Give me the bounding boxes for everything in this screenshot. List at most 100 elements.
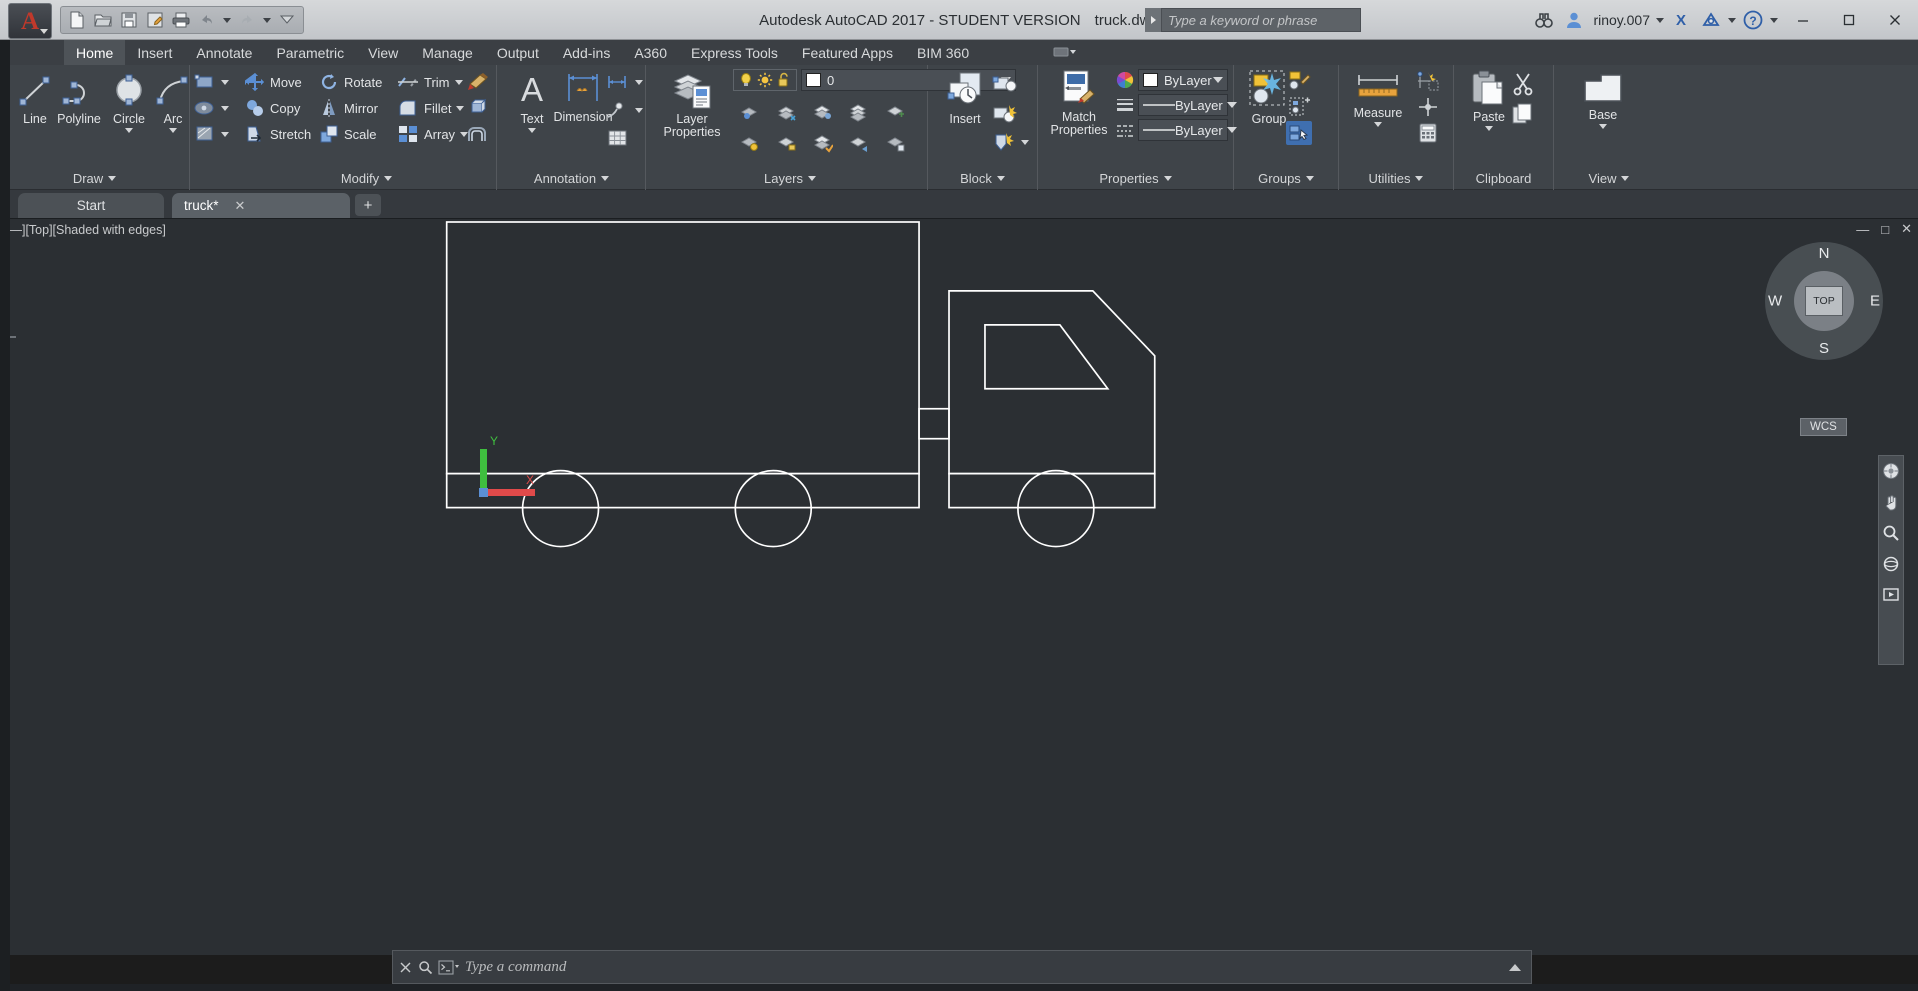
offset-icon[interactable]: [465, 123, 491, 145]
pan-icon[interactable]: [1881, 492, 1901, 512]
erase-icon[interactable]: [465, 71, 491, 93]
ribbon-display-options-icon[interactable]: [1050, 43, 1080, 62]
chevron-down-icon[interactable]: [169, 128, 177, 133]
tab-bim360[interactable]: BIM 360: [905, 40, 981, 65]
a360-dropdown-icon[interactable]: [1728, 17, 1736, 23]
panel-title-block[interactable]: Block: [928, 167, 1037, 190]
group-edit-icon[interactable]: [1286, 95, 1312, 119]
array-button[interactable]: Array: [395, 123, 470, 145]
mirror-button[interactable]: Mirror: [317, 97, 380, 119]
autodesk-a360-icon[interactable]: [1696, 3, 1726, 37]
leader-flyout[interactable]: [604, 99, 645, 121]
tab-insert[interactable]: Insert: [125, 40, 184, 65]
color-wheel-icon[interactable]: [1114, 69, 1136, 91]
view-cube-top-face[interactable]: TOP: [1805, 286, 1843, 316]
zoom-icon[interactable]: [1881, 523, 1901, 543]
command-history-icon[interactable]: [1509, 963, 1521, 971]
object-color-dropdown[interactable]: ByLayer: [1138, 69, 1228, 91]
linetype-dropdown[interactable]: ByLayer: [1138, 94, 1237, 116]
group-selection-on-icon[interactable]: [1286, 121, 1312, 145]
ungroup-icon[interactable]: [1286, 69, 1312, 93]
new-drawing-tab-button[interactable]: +: [355, 194, 381, 216]
copy-clip-icon[interactable]: [1508, 101, 1538, 127]
insert-button[interactable]: Insert: [936, 69, 994, 126]
layer-states-icon[interactable]: [879, 128, 913, 157]
quick-select-icon[interactable]: [1415, 69, 1441, 93]
command-line-search-icon[interactable]: [417, 959, 434, 976]
stretch-button[interactable]: Stretch: [243, 123, 313, 145]
command-line-close-icon[interactable]: [397, 959, 414, 976]
help-icon[interactable]: ?: [1738, 3, 1768, 37]
lineweight-icon[interactable]: [1114, 94, 1136, 116]
close-button[interactable]: [1872, 0, 1918, 40]
chevron-down-icon[interactable]: [1599, 124, 1607, 129]
drawing-tab-start[interactable]: Start: [18, 193, 164, 218]
table-flyout[interactable]: [604, 127, 632, 149]
lineweight-dropdown[interactable]: ByLayer: [1138, 119, 1237, 141]
tab-home[interactable]: Home: [64, 40, 126, 65]
drawing-canvas[interactable]: [—][Top][Shaded with edges] — □ ✕ Y X: [0, 218, 1918, 955]
match-properties-button[interactable]: Match Properties: [1044, 69, 1114, 137]
customize-icon[interactable]: [275, 8, 299, 32]
layer-isolate-icon[interactable]: [733, 97, 767, 126]
layer-make-current-icon[interactable]: [733, 128, 767, 157]
tab-manage[interactable]: Manage: [410, 40, 485, 65]
showmotion-icon[interactable]: [1881, 585, 1901, 605]
create-block-icon[interactable]: [990, 71, 1020, 97]
layer-unlock-icon[interactable]: [769, 128, 803, 157]
panel-title-annotation[interactable]: Annotation: [498, 167, 645, 190]
binoculars-icon[interactable]: [1529, 3, 1559, 37]
chevron-down-icon[interactable]: [1485, 126, 1493, 131]
measure-button[interactable]: Measure: [1345, 71, 1411, 127]
lightbulb-icon[interactable]: [737, 71, 754, 89]
copy-button[interactable]: Copy: [243, 97, 302, 119]
undo-icon[interactable]: [195, 8, 219, 32]
maximize-button[interactable]: [1826, 0, 1872, 40]
layer-match-icon[interactable]: [806, 128, 840, 157]
undo-dropdown-icon[interactable]: [223, 17, 231, 23]
panel-title-properties[interactable]: Properties: [1038, 167, 1233, 190]
view-cube-west[interactable]: W: [1768, 293, 1782, 310]
view-cube[interactable]: TOP N E S W: [1765, 242, 1883, 360]
redo-dropdown-icon[interactable]: [263, 17, 271, 23]
view-cube-east[interactable]: E: [1870, 293, 1880, 310]
wcs-selector[interactable]: WCS: [1800, 418, 1847, 436]
layer-off-icon[interactable]: [806, 97, 840, 126]
search-submit-icon[interactable]: [1145, 8, 1161, 32]
orbit-icon[interactable]: [1881, 554, 1901, 574]
ellipse-flyout[interactable]: [192, 97, 231, 119]
save-icon[interactable]: [117, 8, 141, 32]
chevron-down-icon[interactable]: [125, 128, 133, 133]
layer-properties-button[interactable]: Layer Properties: [659, 69, 725, 139]
avatar[interactable]: [1559, 3, 1589, 37]
explode-icon[interactable]: [465, 97, 491, 119]
rotate-button[interactable]: Rotate: [317, 71, 384, 93]
edit-block-icon[interactable]: [990, 101, 1020, 127]
calculator-icon[interactable]: [1415, 121, 1441, 145]
saveas-icon[interactable]: [143, 8, 167, 32]
steering-wheel-icon[interactable]: [1881, 461, 1901, 481]
close-icon[interactable]: ✕: [235, 198, 246, 214]
layer-previous-icon[interactable]: [842, 128, 876, 157]
new-icon[interactable]: [65, 8, 89, 32]
linear-dimension-flyout[interactable]: [604, 71, 645, 93]
view-cube-north[interactable]: N: [1819, 245, 1830, 262]
search-input[interactable]: [1161, 8, 1361, 32]
scale-button[interactable]: Scale: [317, 123, 379, 145]
tab-parametric[interactable]: Parametric: [264, 40, 356, 65]
panel-title-modify[interactable]: Modify: [237, 167, 496, 190]
layer-freeze-icon[interactable]: [769, 97, 803, 126]
user-dropdown-icon[interactable]: [1656, 17, 1664, 23]
point-style-icon[interactable]: [1415, 95, 1441, 119]
plot-icon[interactable]: [169, 8, 193, 32]
define-attributes-button[interactable]: [990, 131, 1031, 153]
unlock-icon[interactable]: [776, 71, 793, 89]
move-button[interactable]: Move: [243, 71, 304, 93]
tab-output[interactable]: Output: [485, 40, 551, 65]
open-icon[interactable]: [91, 8, 115, 32]
application-menu-button[interactable]: A: [8, 3, 52, 39]
sun-icon[interactable]: [756, 71, 773, 89]
redo-icon[interactable]: [235, 8, 259, 32]
drawing-tab-truck[interactable]: truck* ✕: [172, 193, 350, 218]
panel-title-clipboard[interactable]: Clipboard: [1454, 167, 1553, 190]
